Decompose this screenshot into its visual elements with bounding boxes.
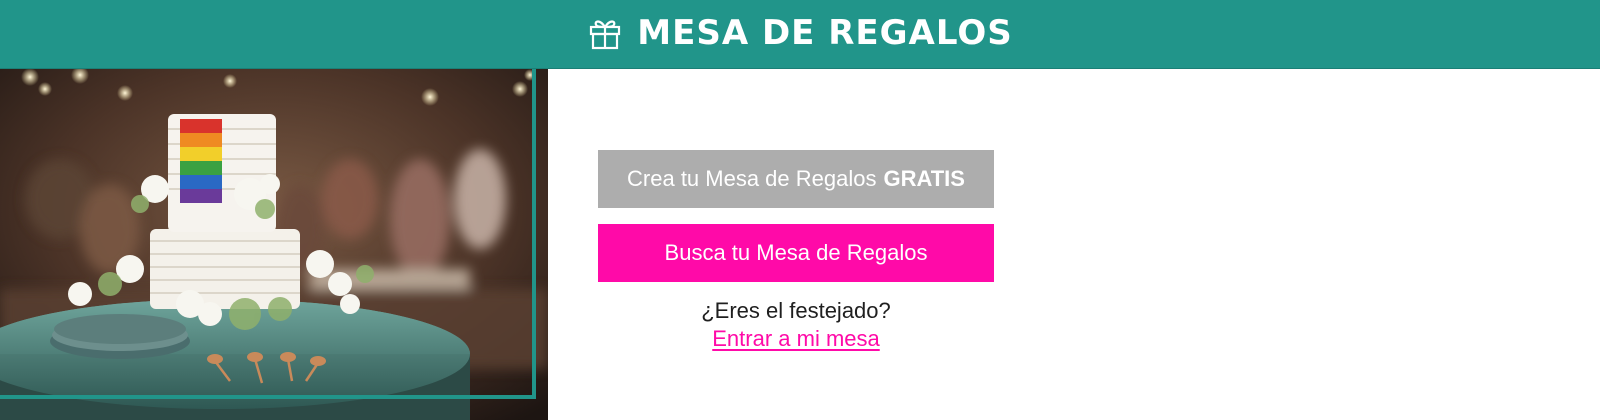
search-registry-label: Busca tu Mesa de Regalos xyxy=(664,240,928,265)
header-banner: MESA DE REGALOS xyxy=(0,0,1600,69)
page-title: MESA DE REGALOS xyxy=(637,13,1013,53)
gift-icon xyxy=(590,20,621,50)
create-registry-label: Crea tu Mesa de Regalos xyxy=(627,166,877,191)
create-registry-button[interactable]: Crea tu Mesa de Regalos GRATIS xyxy=(598,150,994,208)
enter-registry-link-container: Entrar a mi mesa xyxy=(598,326,994,352)
search-registry-button[interactable]: Busca tu Mesa de Regalos xyxy=(598,224,994,282)
enter-registry-link[interactable]: Entrar a mi mesa xyxy=(712,326,880,351)
wedding-cake-photo xyxy=(0,69,548,420)
host-question: ¿Eres el festejado? xyxy=(701,298,891,323)
create-registry-free-label: GRATIS xyxy=(883,166,965,191)
